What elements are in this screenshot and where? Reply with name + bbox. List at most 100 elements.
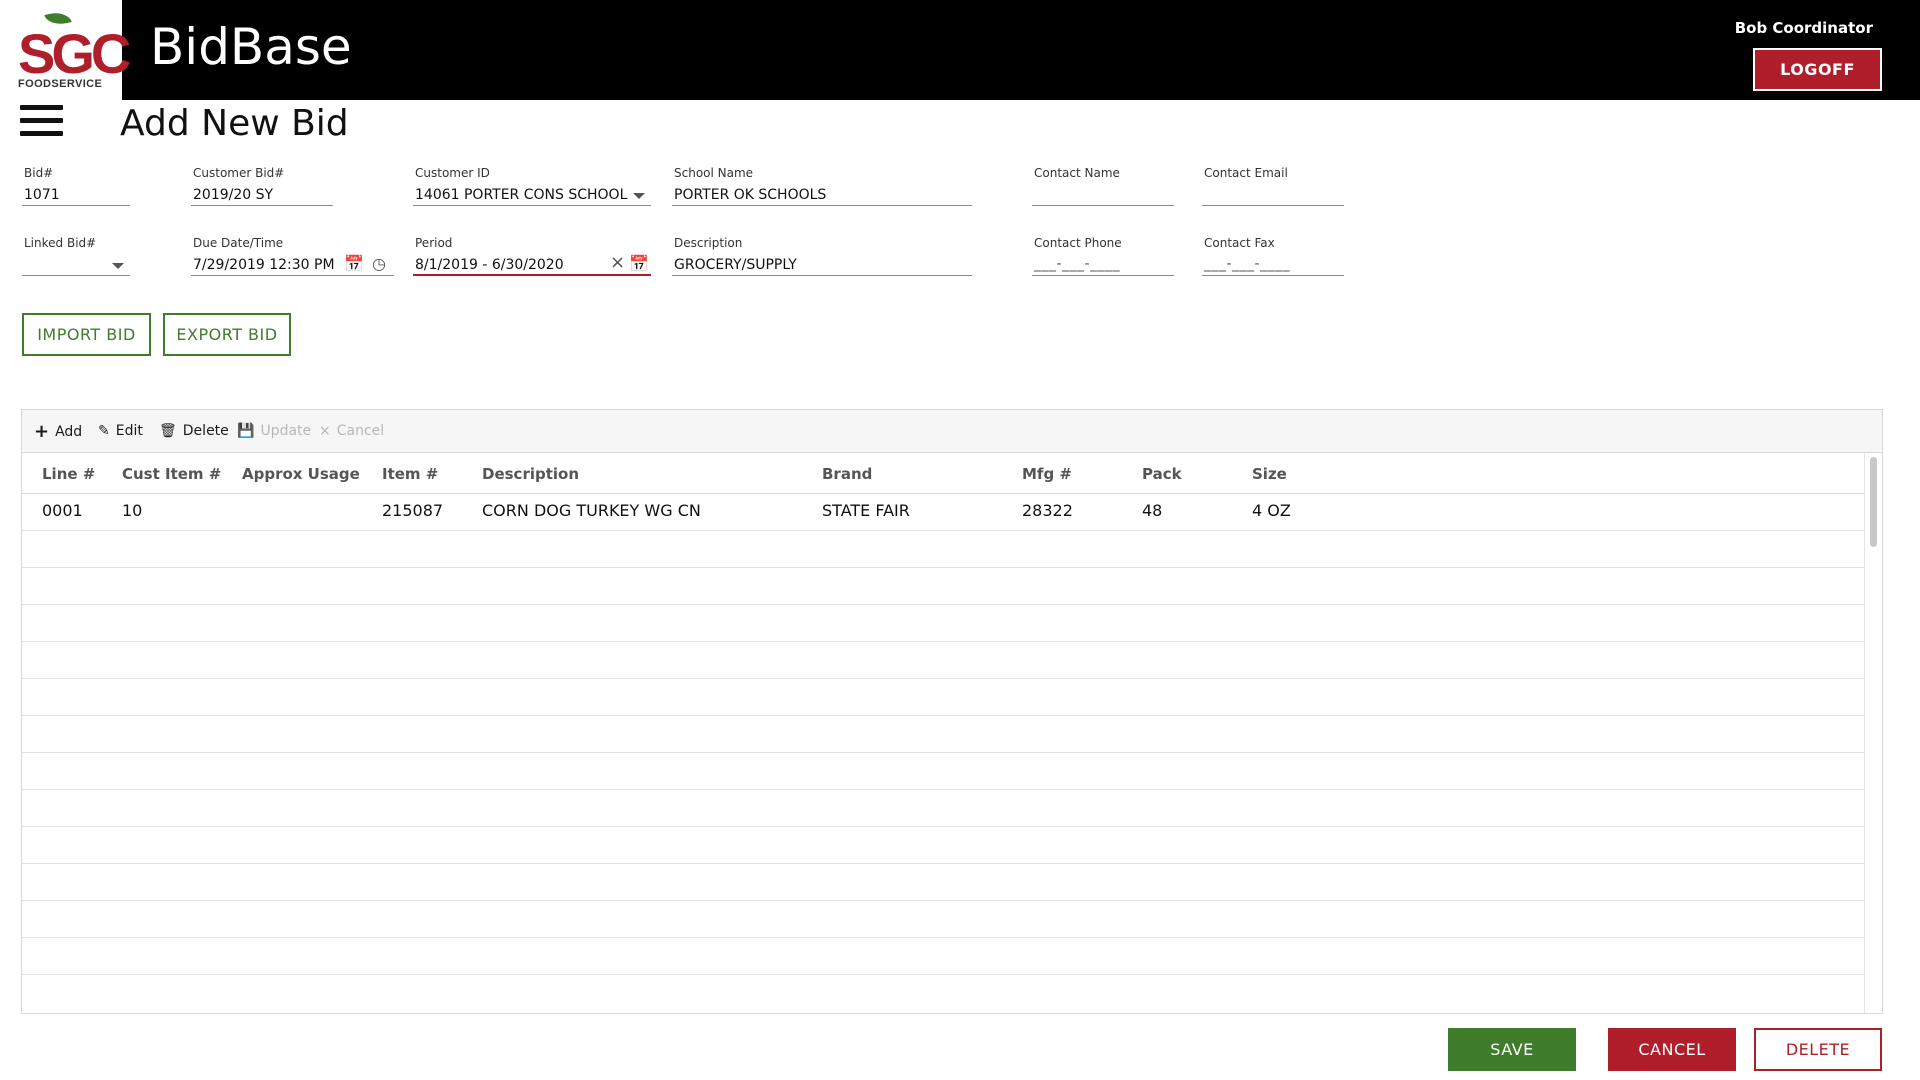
grid-update-button[interactable]: 💾 Update bbox=[237, 423, 311, 439]
empty-row bbox=[22, 642, 1865, 679]
due-date-value: 7/29/2019 12:30 PM bbox=[193, 257, 335, 273]
column-header[interactable]: Size bbox=[1252, 465, 1287, 483]
contact-email-label: Contact Email bbox=[1204, 166, 1288, 180]
app-title: BidBase bbox=[150, 18, 352, 76]
due-date-label: Due Date/Time bbox=[193, 236, 284, 250]
contact-email-field[interactable]: Contact Email bbox=[1202, 166, 1344, 206]
cell-line: 0001 bbox=[42, 501, 83, 520]
contact-name-field[interactable]: Contact Name bbox=[1032, 166, 1174, 206]
company-logo: SGC FOODSERVICE bbox=[0, 0, 131, 100]
school-name-label: School Name bbox=[674, 166, 754, 180]
empty-row bbox=[22, 568, 1865, 605]
grid-edit-label: Edit bbox=[115, 423, 143, 439]
empty-row bbox=[22, 716, 1865, 753]
empty-row bbox=[22, 531, 1865, 568]
save-icon: 💾 bbox=[237, 423, 255, 439]
grid-cancel-button[interactable]: × Cancel bbox=[319, 423, 384, 439]
grid-edit-button[interactable]: ✎ Edit bbox=[98, 423, 143, 439]
bid-number-field[interactable]: Bid# 1071 bbox=[22, 166, 130, 206]
export-bid-button[interactable]: EXPORT BID bbox=[163, 313, 291, 356]
due-date-field[interactable]: Due Date/Time 7/29/2019 12:30 PM 📅 ◷ bbox=[191, 236, 394, 276]
grid-scrollbar[interactable] bbox=[1864, 453, 1882, 1013]
description-field[interactable]: Description GROCERY/SUPPLY bbox=[672, 236, 972, 276]
delete-button[interactable]: DELETE bbox=[1754, 1028, 1882, 1071]
cancel-button[interactable]: CANCEL bbox=[1608, 1028, 1736, 1071]
cell-brand: STATE FAIR bbox=[822, 501, 910, 520]
grid-add-button[interactable]: + Add bbox=[34, 423, 82, 441]
contact-fax-field[interactable]: Contact Fax ___-___-____ bbox=[1202, 236, 1344, 276]
column-header[interactable]: Pack bbox=[1142, 465, 1182, 483]
column-header[interactable]: Cust Item # bbox=[122, 465, 221, 483]
customer-bid-field[interactable]: Customer Bid# 2019/20 SY bbox=[191, 166, 333, 206]
description-label: Description bbox=[674, 236, 743, 250]
pencil-icon: ✎ bbox=[98, 423, 110, 439]
contact-phone-field[interactable]: Contact Phone ___-___-____ bbox=[1032, 236, 1174, 276]
plus-icon: + bbox=[34, 421, 50, 442]
close-icon: × bbox=[319, 423, 331, 439]
column-header[interactable]: Brand bbox=[822, 465, 872, 483]
grid-cancel-label: Cancel bbox=[336, 423, 385, 439]
logo-subtext: FOODSERVICE bbox=[18, 78, 103, 90]
table-row[interactable]: 0001 10 215087 CORN DOG TURKEY WG CN STA… bbox=[22, 494, 1865, 531]
customer-id-select[interactable]: Customer ID 14061 PORTER CONS SCHOOL bbox=[413, 166, 651, 206]
bid-number-value: 1071 bbox=[24, 187, 60, 203]
column-header[interactable]: Item # bbox=[382, 465, 438, 483]
empty-row bbox=[22, 975, 1865, 1012]
cell-description: CORN DOG TURKEY WG CN bbox=[482, 501, 701, 520]
import-bid-button[interactable]: IMPORT BID bbox=[22, 313, 151, 356]
logo-text: SGC bbox=[18, 22, 131, 85]
school-name-value: PORTER OK SCHOOLS bbox=[674, 187, 827, 203]
empty-row bbox=[22, 938, 1865, 975]
period-label: Period bbox=[415, 236, 453, 250]
scrollbar-thumb[interactable] bbox=[1870, 457, 1877, 547]
calendar-icon[interactable]: 📅 bbox=[344, 256, 364, 272]
logoff-button[interactable]: LOGOFF bbox=[1753, 48, 1882, 91]
contact-name-label: Contact Name bbox=[1034, 166, 1120, 180]
contact-fax-label: Contact Fax bbox=[1204, 236, 1275, 250]
cell-item: 215087 bbox=[382, 501, 444, 520]
bid-number-label: Bid# bbox=[24, 166, 54, 180]
chevron-down-icon[interactable] bbox=[112, 263, 124, 269]
chevron-down-icon[interactable] bbox=[633, 193, 645, 199]
period-field[interactable]: Period 8/1/2019 - 6/30/2020 × 📅 bbox=[413, 236, 651, 276]
linked-bid-label: Linked Bid# bbox=[24, 236, 97, 250]
school-name-field[interactable]: School Name PORTER OK SCHOOLS bbox=[672, 166, 972, 206]
hamburger-icon[interactable] bbox=[20, 105, 63, 136]
cell-pack: 48 bbox=[1142, 501, 1163, 520]
grid-add-label: Add bbox=[55, 424, 83, 440]
column-header[interactable]: Description bbox=[482, 465, 579, 483]
grid-delete-label: Delete bbox=[182, 423, 229, 439]
grid-body: 0001 10 215087 CORN DOG TURKEY WG CN STA… bbox=[22, 494, 1865, 1013]
cell-size: 4 OZ bbox=[1252, 501, 1291, 520]
grid-toolbar: + Add ✎ Edit 🗑 Delete 💾 Update × Cancel bbox=[22, 410, 1882, 453]
empty-row bbox=[22, 679, 1865, 716]
column-header[interactable]: Line # bbox=[42, 465, 95, 483]
page-title: Add New Bid bbox=[120, 103, 349, 144]
customer-id-label: Customer ID bbox=[415, 166, 490, 180]
clock-icon[interactable]: ◷ bbox=[372, 256, 386, 272]
column-header[interactable]: Approx Usage bbox=[242, 465, 360, 483]
column-header[interactable]: Mfg # bbox=[1022, 465, 1072, 483]
cell-mfg: 28322 bbox=[1022, 501, 1073, 520]
empty-row bbox=[22, 753, 1865, 790]
save-button[interactable]: SAVE bbox=[1448, 1028, 1576, 1071]
grid-update-label: Update bbox=[260, 423, 312, 439]
empty-row bbox=[22, 827, 1865, 864]
empty-row bbox=[22, 901, 1865, 938]
customer-id-value: 14061 PORTER CONS SCHOOL bbox=[415, 187, 628, 203]
grid-delete-button[interactable]: 🗑 Delete bbox=[159, 423, 229, 439]
user-name: Bob Coordinator bbox=[1734, 19, 1873, 37]
empty-row bbox=[22, 790, 1865, 827]
contact-phone-label: Contact Phone bbox=[1034, 236, 1122, 250]
close-icon[interactable]: × bbox=[610, 254, 625, 272]
contact-phone-mask: ___-___-____ bbox=[1034, 256, 1121, 272]
empty-row bbox=[22, 605, 1865, 642]
calendar-icon[interactable]: 📅 bbox=[629, 256, 649, 272]
trash-icon: 🗑 bbox=[159, 423, 177, 439]
customer-bid-value: 2019/20 SY bbox=[193, 187, 274, 203]
period-value: 8/1/2019 - 6/30/2020 bbox=[415, 257, 564, 273]
description-value: GROCERY/SUPPLY bbox=[674, 257, 797, 273]
grid-header: Line # Cust Item # Approx Usage Item # D… bbox=[22, 453, 1865, 494]
linked-bid-select[interactable]: Linked Bid# bbox=[22, 236, 130, 276]
cell-cust-item: 10 bbox=[122, 501, 143, 520]
